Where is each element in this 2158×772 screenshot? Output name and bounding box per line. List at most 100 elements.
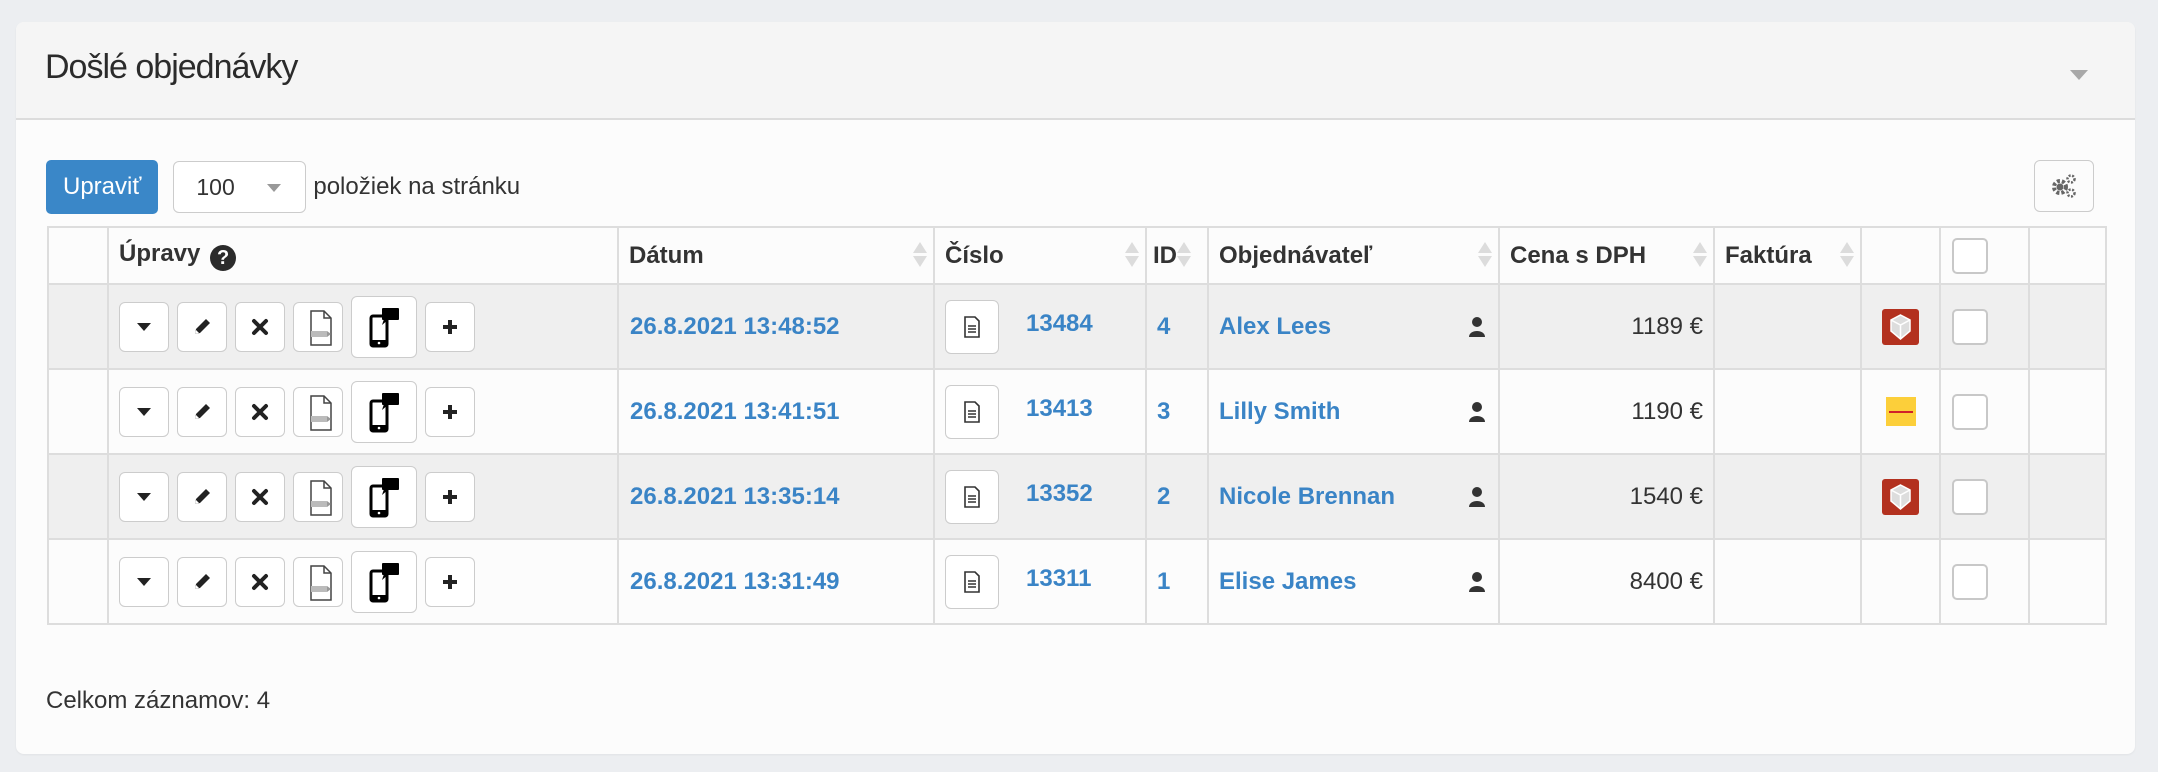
order-number-link[interactable]: 13484 <box>1026 310 1093 338</box>
user-icon[interactable] <box>1468 401 1486 423</box>
delete-row-button[interactable] <box>235 386 285 437</box>
column-settings-button[interactable] <box>2034 160 2094 212</box>
edit-row-button[interactable] <box>177 301 227 352</box>
export-file-button[interactable] <box>293 301 343 352</box>
table-row: 26.8.2021 13:35:14 13352 2 Nicole Brenna… <box>47 453 2107 540</box>
row-select-cell <box>1939 453 2030 540</box>
row-invoice-cell <box>1713 538 1862 625</box>
header-id[interactable]: ID <box>1145 226 1209 285</box>
help-icon[interactable]: ? <box>210 245 237 272</box>
row-carrier-cell <box>1860 283 1941 370</box>
row-select-cell <box>1939 538 2030 625</box>
row-checkbox[interactable] <box>1952 308 1988 345</box>
row-menu-button[interactable] <box>119 556 169 607</box>
customer-name-link[interactable]: Lilly Smith <box>1219 398 1340 426</box>
order-date-link[interactable]: 26.8.2021 13:35:14 <box>619 483 840 510</box>
caret-down-icon <box>137 322 151 331</box>
collapse-caret-icon[interactable] <box>2070 70 2088 80</box>
sort-icon <box>1125 242 1139 267</box>
order-id-link[interactable]: 2 <box>1147 483 1170 510</box>
row-checkbox[interactable] <box>1952 563 1988 600</box>
sort-icon <box>913 242 927 267</box>
edit-row-button[interactable] <box>177 556 227 607</box>
dhl-carrier-icon <box>1885 397 1916 427</box>
dpd-carrier-icon <box>1882 308 1919 345</box>
header-date[interactable]: Dátum <box>617 226 935 285</box>
row-actions-cell <box>107 453 619 540</box>
row-price-cell: 8400 € <box>1498 538 1715 625</box>
add-button[interactable] <box>425 301 475 352</box>
header-number[interactable]: Číslo <box>933 226 1147 285</box>
order-date-link[interactable]: 26.8.2021 13:48:52 <box>619 313 840 340</box>
sort-icon <box>1693 242 1707 267</box>
header-id-label: ID <box>1153 241 1177 269</box>
row-actions-cell <box>107 368 619 455</box>
document-button[interactable] <box>945 299 999 354</box>
table-row: 26.8.2021 13:41:51 13413 3 Lilly Smith 1… <box>47 368 2107 455</box>
header-customer[interactable]: Objednávateľ <box>1207 226 1500 285</box>
customer-name-link[interactable]: Nicole Brennan <box>1219 483 1395 511</box>
customer-name-link[interactable]: Alex Lees <box>1219 313 1331 341</box>
edit-button[interactable]: Upraviť <box>46 160 159 214</box>
export-file-icon <box>310 394 332 431</box>
mobile-message-icon <box>369 562 399 602</box>
row-checkbox[interactable] <box>1952 393 1988 430</box>
order-number-link[interactable]: 13413 <box>1026 395 1093 423</box>
row-invoice-cell <box>1713 368 1862 455</box>
sms-notify-button[interactable] <box>351 550 417 613</box>
order-date-link[interactable]: 26.8.2021 13:41:51 <box>619 398 840 425</box>
header-invoice[interactable]: Faktúra <box>1713 226 1862 285</box>
export-file-icon <box>310 309 332 346</box>
select-all-checkbox[interactable] <box>1952 237 1988 274</box>
user-icon[interactable] <box>1468 571 1486 593</box>
add-button[interactable] <box>425 386 475 437</box>
document-button[interactable] <box>945 384 999 439</box>
row-select-cell <box>1939 368 2030 455</box>
order-id-link[interactable]: 4 <box>1147 313 1170 340</box>
order-id-link[interactable]: 3 <box>1147 398 1170 425</box>
customer-name-link[interactable]: Elise James <box>1219 568 1356 596</box>
row-menu-button[interactable] <box>119 386 169 437</box>
row-number-cell: 13352 <box>933 453 1147 540</box>
per-page-select[interactable]: 100 <box>173 161 307 213</box>
sms-notify-button[interactable] <box>351 295 417 358</box>
edit-row-button[interactable] <box>177 471 227 522</box>
row-checkbox[interactable] <box>1952 478 1988 515</box>
add-button[interactable] <box>425 471 475 522</box>
delete-row-button[interactable] <box>235 471 285 522</box>
delete-row-button[interactable] <box>235 556 285 607</box>
row-actions-cell <box>107 283 619 370</box>
row-menu-button[interactable] <box>119 301 169 352</box>
user-icon[interactable] <box>1468 486 1486 508</box>
close-icon <box>252 488 268 505</box>
export-file-icon <box>310 479 332 516</box>
add-button[interactable] <box>425 556 475 607</box>
order-number-link[interactable]: 13352 <box>1026 480 1093 508</box>
edit-row-button[interactable] <box>177 386 227 437</box>
row-number-cell: 13311 <box>933 538 1147 625</box>
row-price-cell: 1190 € <box>1498 368 1715 455</box>
header-customer-label: Objednávateľ <box>1219 241 1373 269</box>
row-number-cell: 13413 <box>933 368 1147 455</box>
dpd-carrier-icon <box>1882 478 1919 515</box>
table-row: 26.8.2021 13:48:52 13484 4 Alex Lees 118… <box>47 283 2107 370</box>
delete-row-button[interactable] <box>235 301 285 352</box>
row-id-cell: 3 <box>1145 368 1209 455</box>
order-id-link[interactable]: 1 <box>1147 568 1170 595</box>
row-menu-button[interactable] <box>119 471 169 522</box>
document-button[interactable] <box>945 469 999 524</box>
document-button[interactable] <box>945 554 999 609</box>
panel-title: Došlé objednávky <box>45 48 298 86</box>
export-file-button[interactable] <box>293 386 343 437</box>
sms-notify-button[interactable] <box>351 380 417 443</box>
export-file-button[interactable] <box>293 471 343 522</box>
user-icon[interactable] <box>1468 316 1486 338</box>
export-file-button[interactable] <box>293 556 343 607</box>
order-number-link[interactable]: 13311 <box>1026 565 1091 593</box>
plus-icon <box>443 489 457 504</box>
header-price[interactable]: Cena s DPH <box>1498 226 1715 285</box>
order-date-link[interactable]: 26.8.2021 13:31:49 <box>619 568 840 595</box>
document-icon <box>964 315 980 338</box>
sms-notify-button[interactable] <box>351 465 417 528</box>
total-records: Celkom záznamov: 4 <box>46 687 271 714</box>
